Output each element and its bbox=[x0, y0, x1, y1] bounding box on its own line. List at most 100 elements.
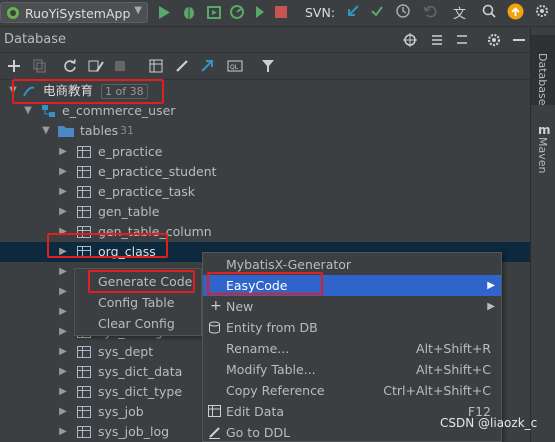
menu-item-rename[interactable]: Rename... Alt+Shift+R bbox=[203, 338, 501, 359]
spring-boot-icon bbox=[7, 7, 19, 19]
chevron-right-icon: ▶ bbox=[59, 166, 67, 177]
chevron-right-icon: ▶ bbox=[59, 366, 67, 377]
chevron-down-icon: ▼ bbox=[24, 105, 32, 116]
table-row[interactable]: ▶ bbox=[0, 262, 75, 282]
svn-commit-icon[interactable] bbox=[370, 4, 384, 18]
submenu-arrow-icon: ▶ bbox=[487, 280, 495, 291]
profile-icon[interactable] bbox=[229, 4, 245, 20]
table-row[interactable]: ▶ e_practice bbox=[0, 142, 530, 162]
chevron-right-icon: ▶ bbox=[59, 206, 67, 217]
maven-side-tab[interactable]: Maven bbox=[536, 137, 549, 173]
refresh-icon[interactable] bbox=[63, 59, 77, 73]
menu-item-config-table[interactable]: Config Table bbox=[75, 292, 201, 313]
menu-item-entity-from-db[interactable]: Entity from DB bbox=[203, 317, 501, 338]
translate-icon[interactable]: 文 bbox=[453, 3, 466, 22]
table-icon bbox=[77, 386, 91, 398]
chevron-right-icon: ▶ bbox=[59, 286, 67, 297]
add-icon[interactable] bbox=[7, 59, 21, 73]
plus-icon: + bbox=[210, 298, 222, 314]
svn-rollback-icon[interactable] bbox=[423, 4, 437, 18]
menu-label: Copy Reference bbox=[226, 383, 325, 398]
edit-icon[interactable] bbox=[175, 59, 189, 73]
table-name: e_practice_student bbox=[98, 164, 217, 179]
maven-icon: m bbox=[538, 123, 551, 137]
run-config-label: RuoYiSystemApp bbox=[25, 6, 131, 21]
locate-icon[interactable] bbox=[403, 33, 417, 47]
run-config-selector[interactable]: RuoYiSystemApp ▼ bbox=[0, 2, 148, 23]
chevron-right-icon: ▶ bbox=[59, 186, 67, 197]
table-row[interactable]: ▶ gen_table bbox=[0, 202, 530, 222]
folder-icon bbox=[58, 126, 74, 137]
database-panel-header bbox=[0, 27, 530, 53]
table-icon bbox=[77, 426, 91, 438]
table-icon bbox=[208, 405, 221, 417]
tree-schema-row[interactable]: ▼ e_commerce_user bbox=[0, 101, 530, 121]
table-row[interactable]: ▶ e_practice_task bbox=[0, 182, 530, 202]
edit-icon bbox=[209, 427, 220, 439]
table-name: sys_dict_data bbox=[98, 364, 183, 379]
schema-settings-icon[interactable] bbox=[88, 59, 104, 73]
tables-count: 31 bbox=[120, 124, 134, 137]
table-row[interactable]: ▶ bbox=[0, 302, 75, 322]
table-name: e_practice bbox=[98, 144, 163, 159]
update-icon[interactable] bbox=[507, 3, 524, 20]
run-icon[interactable] bbox=[157, 5, 171, 20]
stop-icon[interactable] bbox=[275, 6, 287, 18]
filter-icon[interactable] bbox=[261, 59, 275, 73]
menu-item-clear-config[interactable]: Clear Config bbox=[75, 313, 201, 334]
table-name: sys_job_log bbox=[98, 424, 170, 439]
menu-label: Modify Table... bbox=[226, 362, 316, 377]
collapse-all-icon[interactable] bbox=[455, 33, 469, 47]
tables-folder-label: tables bbox=[80, 123, 119, 138]
debug-icon[interactable] bbox=[181, 4, 197, 20]
submenu-arrow-icon: ▶ bbox=[487, 301, 495, 312]
menu-label: New bbox=[226, 299, 254, 314]
minimize-icon[interactable] bbox=[513, 38, 525, 42]
table-icon bbox=[77, 406, 91, 418]
more-run-icon[interactable] bbox=[254, 4, 266, 20]
copy-icon[interactable] bbox=[33, 59, 47, 73]
chevron-right-icon: ▶ bbox=[59, 346, 67, 357]
table-view-icon[interactable] bbox=[149, 59, 163, 73]
coverage-icon[interactable] bbox=[206, 4, 222, 20]
tree-tables-folder-row[interactable]: ▼ tables 31 bbox=[0, 121, 530, 141]
svn-label: SVN: bbox=[305, 5, 336, 20]
sql-console-icon[interactable]: QL bbox=[227, 59, 243, 73]
database-panel-title: Database bbox=[4, 32, 67, 47]
menu-item-new[interactable]: + New ▶ bbox=[203, 296, 501, 317]
right-tool-strip: Database m Maven bbox=[530, 27, 555, 442]
table-icon bbox=[77, 146, 91, 158]
table-row[interactable]: ▶ e_practice_student bbox=[0, 162, 530, 182]
search-icon[interactable] bbox=[482, 4, 496, 18]
gear-icon[interactable] bbox=[487, 33, 501, 47]
table-name: sys_dept bbox=[98, 344, 154, 359]
menu-shortcut: Alt+Shift+C bbox=[415, 362, 491, 377]
annotation-box-easycode bbox=[207, 272, 323, 295]
table-icon bbox=[77, 166, 91, 178]
table-name: sys_dict_type bbox=[98, 384, 183, 399]
menu-label: Edit Data bbox=[226, 404, 285, 419]
menu-label: Rename... bbox=[226, 341, 290, 356]
table-row[interactable]: ▶ bbox=[0, 282, 75, 302]
menu-item-copy-reference[interactable]: Copy Reference Ctrl+Alt+Shift+C bbox=[203, 380, 501, 401]
annotation-box-generate-code bbox=[88, 270, 195, 293]
menu-item-modify-table[interactable]: Modify Table... Alt+Shift+C bbox=[203, 359, 501, 380]
schema-label: e_commerce_user bbox=[62, 103, 176, 118]
svn-history-icon[interactable] bbox=[396, 4, 410, 18]
table-name: e_practice_task bbox=[98, 184, 196, 199]
stop-icon[interactable] bbox=[114, 59, 126, 73]
chevron-right-icon: ▶ bbox=[59, 266, 67, 277]
menu-label: Entity from DB bbox=[226, 320, 318, 335]
database-side-tab[interactable]: Database bbox=[536, 53, 549, 106]
menu-shortcut: Alt+Shift+R bbox=[416, 341, 491, 356]
settings-icon[interactable] bbox=[535, 4, 549, 18]
chevron-right-icon: ▶ bbox=[59, 146, 67, 157]
table-icon bbox=[77, 346, 91, 358]
jump-icon[interactable] bbox=[200, 59, 214, 73]
chevron-down-icon: ▼ bbox=[42, 125, 50, 136]
expand-all-icon[interactable] bbox=[430, 33, 444, 47]
svn-update-icon[interactable] bbox=[346, 4, 360, 18]
table-icon bbox=[77, 186, 91, 198]
database-icon bbox=[209, 321, 220, 334]
menu-label: Go to DDL bbox=[226, 425, 291, 440]
